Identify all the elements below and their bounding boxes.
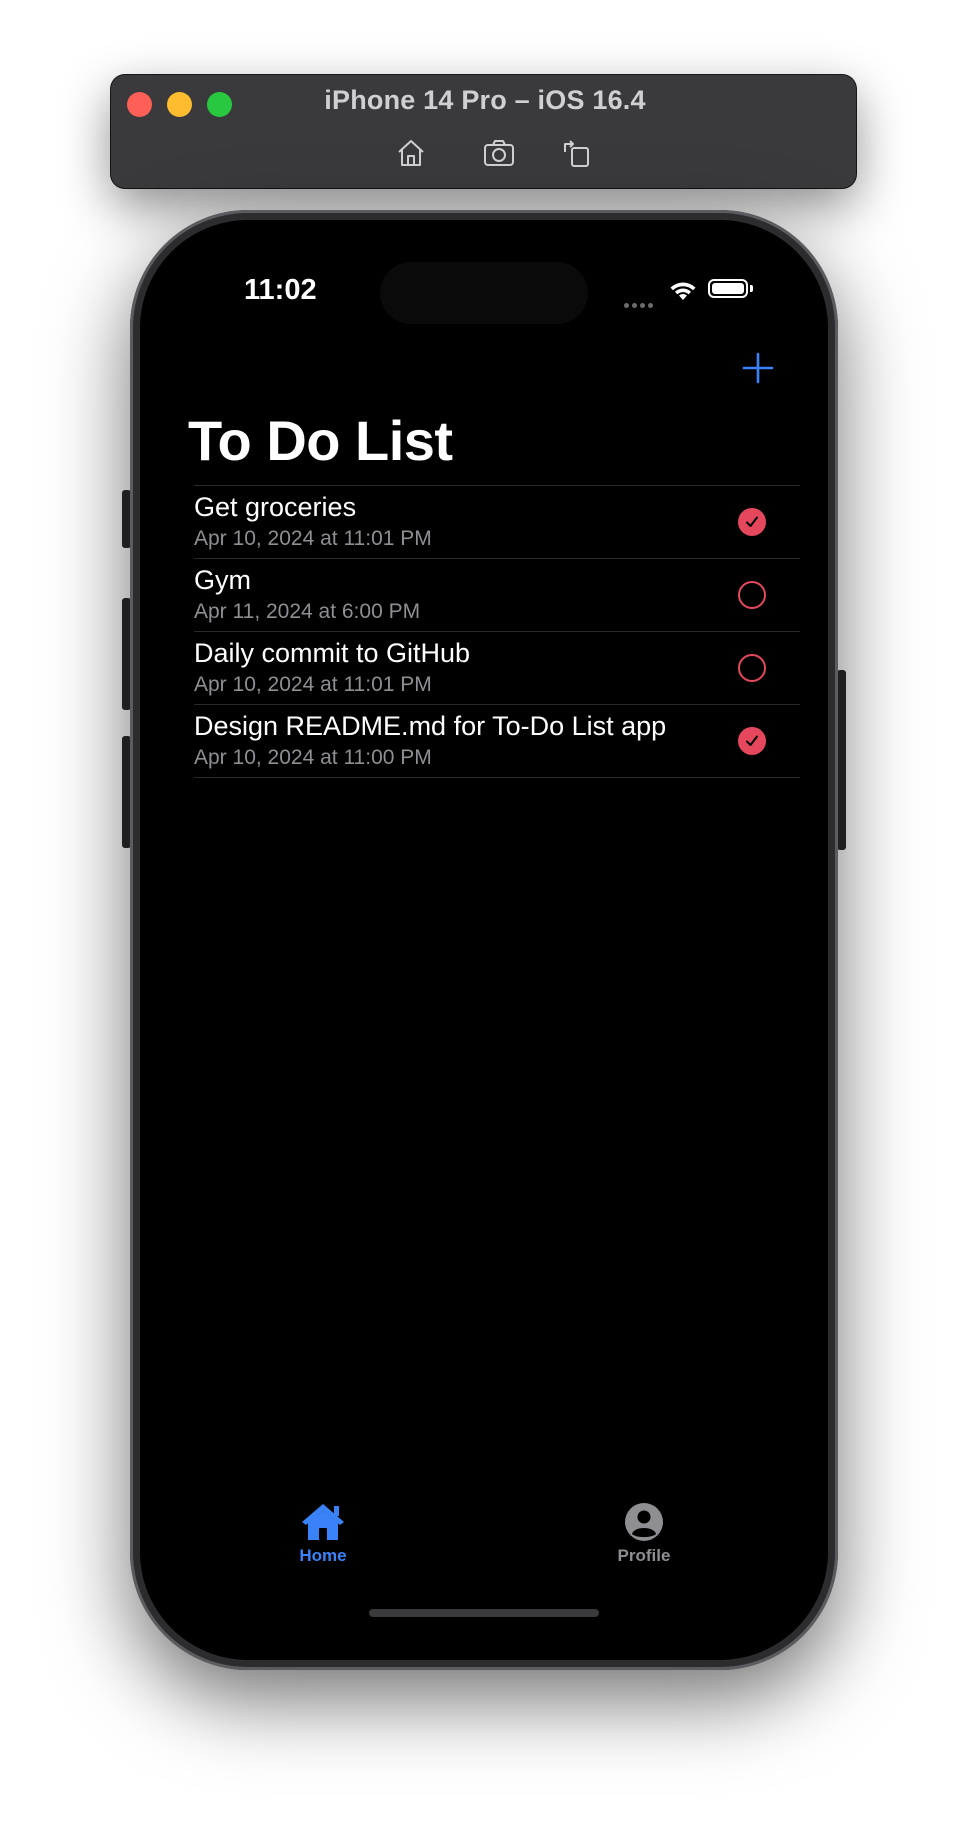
todo-row[interactable]: Design README.md for To-Do List app Apr … xyxy=(194,704,800,778)
rotate-icon[interactable] xyxy=(559,136,593,170)
todo-title: Get groceries xyxy=(194,492,357,522)
power-button xyxy=(837,670,846,850)
todo-checkbox[interactable] xyxy=(738,654,766,682)
todo-date: Apr 10, 2024 at 11:00 PM xyxy=(194,746,432,769)
checkmark-icon xyxy=(746,516,758,527)
zoom-window-button[interactable] xyxy=(207,92,232,117)
todo-date: Apr 10, 2024 at 11:01 PM xyxy=(194,673,432,696)
battery-icon xyxy=(708,279,748,298)
todo-row[interactable]: Daily commit to GitHub Apr 10, 2024 at 1… xyxy=(194,631,800,704)
tab-home[interactable]: Home xyxy=(268,1502,378,1566)
tab-profile[interactable]: Profile xyxy=(589,1502,699,1566)
battery-tip xyxy=(750,285,753,292)
cellular-signal-icon xyxy=(624,295,656,313)
phone-screen: 11:02 To Do List Get groceries Apr 10, 2… xyxy=(140,220,828,1660)
todo-title: Gym xyxy=(194,565,251,595)
tab-profile-label: Profile xyxy=(617,1546,671,1565)
plus-icon xyxy=(742,352,774,384)
home-indicator xyxy=(369,1609,599,1617)
simulator-title: iPhone 14 Pro – iOS 16.4 xyxy=(324,85,646,115)
tab-home-label: Home xyxy=(299,1546,347,1565)
page-title: To Do List xyxy=(188,409,453,472)
todo-checkbox[interactable] xyxy=(738,508,766,536)
wifi-icon xyxy=(670,282,696,300)
close-window-button[interactable] xyxy=(127,92,152,117)
screenshot-icon[interactable] xyxy=(482,136,516,170)
checkmark-icon xyxy=(746,735,758,746)
dynamic-island xyxy=(380,262,588,324)
todo-checkbox[interactable] xyxy=(738,581,766,609)
todo-row[interactable]: Get groceries Apr 10, 2024 at 11:01 PM xyxy=(194,485,800,558)
todo-title: Daily commit to GitHub xyxy=(194,638,471,668)
todo-list: Get groceries Apr 10, 2024 at 11:01 PM G… xyxy=(194,485,800,778)
person-circle-icon xyxy=(625,1503,663,1541)
todo-checkbox[interactable] xyxy=(738,727,766,755)
status-time: 11:02 xyxy=(244,274,317,306)
todo-date: Apr 11, 2024 at 6:00 PM xyxy=(194,600,421,623)
todo-date: Apr 10, 2024 at 11:01 PM xyxy=(194,527,432,550)
simulator-stage: iPhone 14 Pro – iOS 16.4 11:02 To Do Lis… xyxy=(0,0,968,1822)
home-icon[interactable] xyxy=(394,136,428,170)
add-todo-button[interactable] xyxy=(738,348,778,388)
house-icon xyxy=(302,1504,344,1540)
minimize-window-button[interactable] xyxy=(167,92,192,117)
todo-title: Design README.md for To-Do List app xyxy=(194,711,667,741)
todo-row[interactable]: Gym Apr 11, 2024 at 6:00 PM xyxy=(194,558,800,631)
